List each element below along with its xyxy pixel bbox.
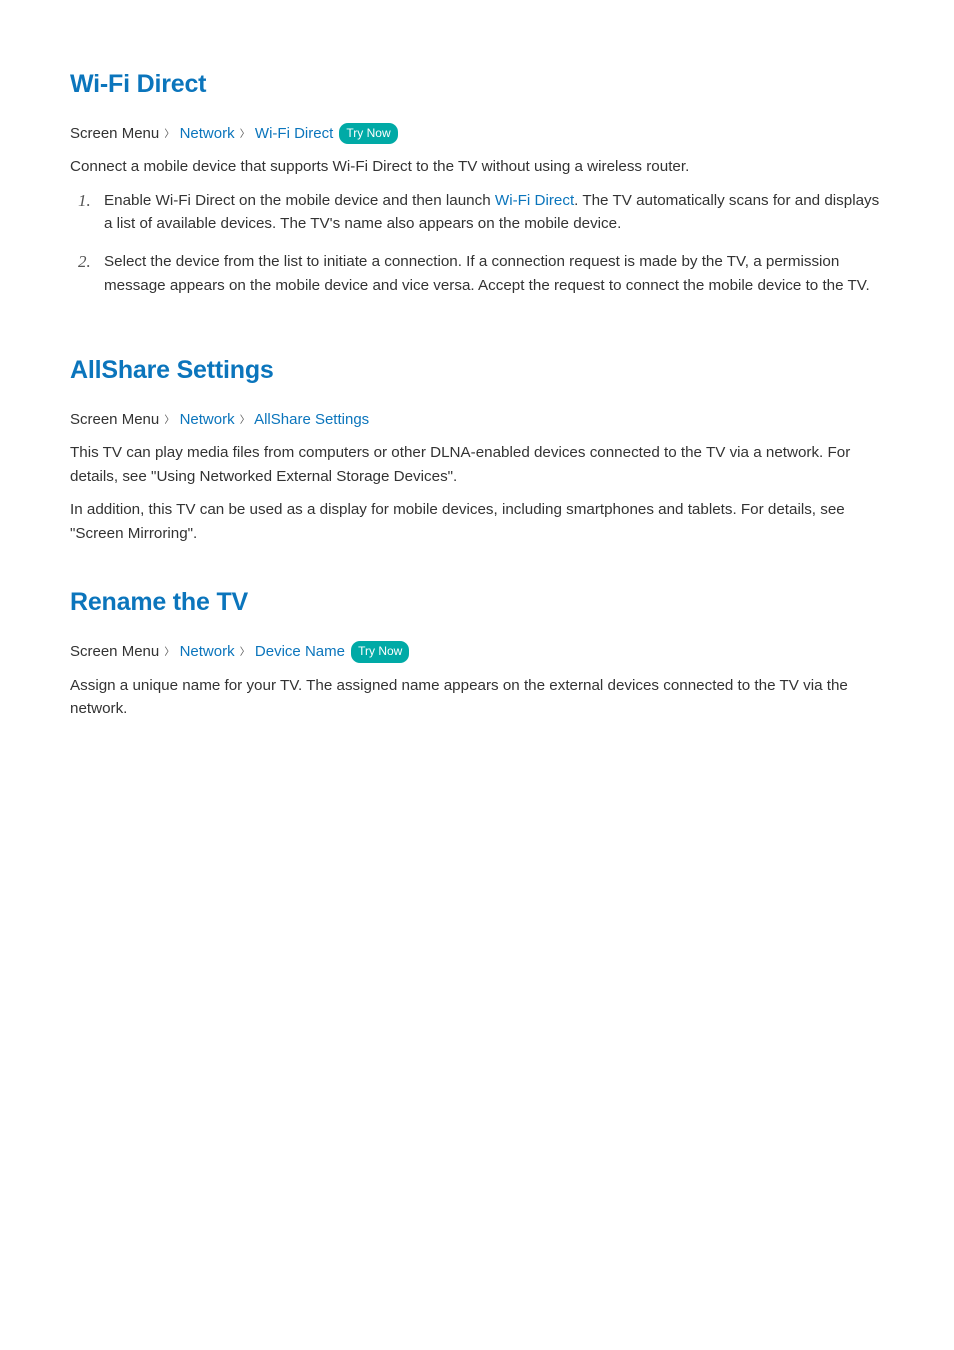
breadcrumb-allshare: Screen Menu 〉 Network 〉 AllShare Setting… [70,408,884,431]
crumb-device-name[interactable]: Device Name [255,643,345,660]
section-heading-rename-tv: Rename the TV [70,583,884,622]
chevron-right-icon: 〉 [164,413,174,429]
section-heading-allshare: AllShare Settings [70,351,884,390]
breadcrumb-wifi-direct: Screen Menu 〉 Network 〉 Wi-Fi Direct Try… [70,122,884,146]
rename-tv-para: Assign a unique name for your TV. The as… [70,674,884,721]
chevron-right-icon: 〉 [240,413,250,429]
chevron-right-icon: 〉 [164,645,174,661]
crumb-network[interactable]: Network [180,643,235,660]
chevron-right-icon: 〉 [164,127,174,143]
step-text: Enable Wi-Fi Direct on the mobile device… [104,189,884,236]
crumb-network[interactable]: Network [180,411,235,428]
crumb-allshare-settings[interactable]: AllShare Settings [254,411,369,428]
crumb-prefix: Screen Menu [70,125,159,142]
step-item: 2. Select the device from the list to in… [70,250,884,297]
try-now-badge[interactable]: Try Now [351,641,409,663]
crumb-prefix: Screen Menu [70,411,159,428]
chevron-right-icon: 〉 [240,645,250,661]
step-item: 1. Enable Wi-Fi Direct on the mobile dev… [70,189,884,236]
crumb-wifi-direct[interactable]: Wi-Fi Direct [255,125,333,142]
crumb-prefix: Screen Menu [70,643,159,660]
step-number: 1. [78,189,104,236]
inline-link-wifi-direct[interactable]: Wi-Fi Direct [495,192,574,209]
allshare-para-2: In addition, this TV can be used as a di… [70,498,884,545]
step-text: Select the device from the list to initi… [104,250,884,297]
step-number: 2. [78,250,104,297]
section-heading-wifi-direct: Wi-Fi Direct [70,65,884,104]
allshare-para-1: This TV can play media files from comput… [70,441,884,488]
try-now-badge[interactable]: Try Now [339,123,397,145]
wifi-direct-steps: 1. Enable Wi-Fi Direct on the mobile dev… [70,189,884,297]
breadcrumb-rename-tv: Screen Menu 〉 Network 〉 Device Name Try … [70,640,884,664]
chevron-right-icon: 〉 [240,127,250,143]
wifi-direct-intro: Connect a mobile device that supports Wi… [70,155,884,179]
step-text-pre: Enable Wi-Fi Direct on the mobile device… [104,192,495,209]
crumb-network[interactable]: Network [180,125,235,142]
